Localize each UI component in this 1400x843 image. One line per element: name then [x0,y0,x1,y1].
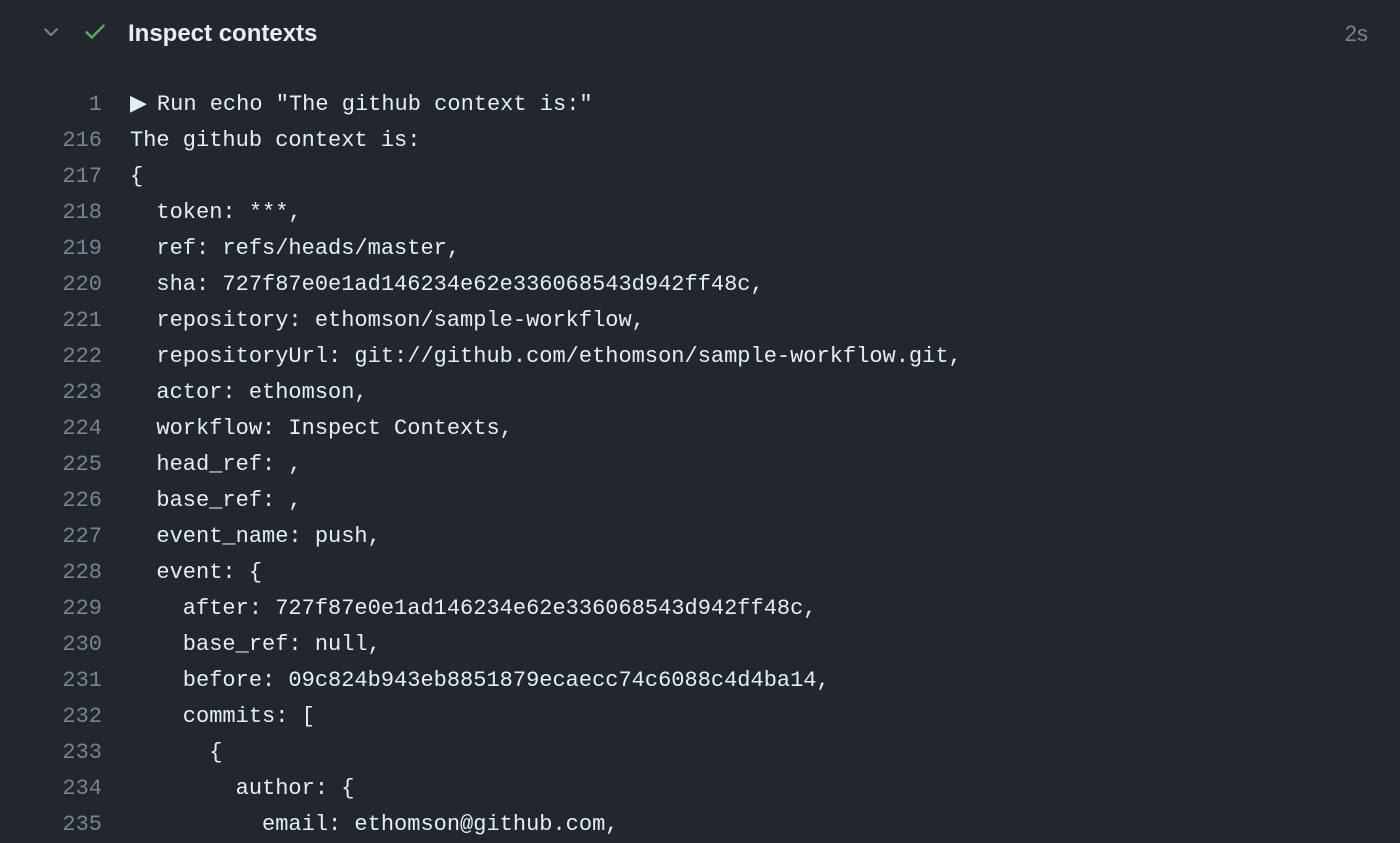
log-line: 216The github context is: [0,123,1400,159]
log-line: 229 after: 727f87e0e1ad146234e62e3360685… [0,591,1400,627]
log-line: 1▶ Run echo "The github context is:" [0,87,1400,123]
line-text: sha: 727f87e0e1ad146234e62e336068543d942… [130,267,764,303]
line-number: 232 [0,699,130,735]
log-line: 223 actor: ethomson, [0,375,1400,411]
log-line: 235 email: ethomson@github.com, [0,807,1400,843]
line-content: repositoryUrl: git://github.com/ethomson… [130,339,962,375]
line-content[interactable]: ▶ Run echo "The github context is:" [130,87,593,123]
line-text: commits: [ [130,699,315,735]
line-content: token: ***, [130,195,302,231]
check-icon [82,18,108,49]
line-number: 235 [0,807,130,843]
line-text: base_ref: , [130,483,302,519]
line-content: before: 09c824b943eb8851879ecaecc74c6088… [130,663,830,699]
line-text: repository: ethomson/sample-workflow, [130,303,645,339]
log-line: 226 base_ref: , [0,483,1400,519]
line-text: event_name: push, [130,519,381,555]
log-line: 221 repository: ethomson/sample-workflow… [0,303,1400,339]
log-line: 233 { [0,735,1400,771]
line-number: 220 [0,267,130,303]
line-content: after: 727f87e0e1ad146234e62e336068543d9… [130,591,817,627]
log-line: 224 workflow: Inspect Contexts, [0,411,1400,447]
log-line: 231 before: 09c824b943eb8851879ecaecc74c… [0,663,1400,699]
step-title: Inspect contexts [128,20,1325,48]
line-number: 228 [0,555,130,591]
line-text: Run echo "The github context is:" [157,87,593,123]
line-number: 224 [0,411,130,447]
line-content: head_ref: , [130,447,302,483]
line-number: 225 [0,447,130,483]
line-text: head_ref: , [130,447,302,483]
log-line: 218 token: ***, [0,195,1400,231]
line-text: before: 09c824b943eb8851879ecaecc74c6088… [130,663,830,699]
line-number: 221 [0,303,130,339]
log-line: 232 commits: [ [0,699,1400,735]
log-line: 222 repositoryUrl: git://github.com/etho… [0,339,1400,375]
line-text: email: ethomson@github.com, [130,807,618,843]
line-content: workflow: Inspect Contexts, [130,411,513,447]
line-text: actor: ethomson, [130,375,368,411]
line-content: ref: refs/heads/master, [130,231,460,267]
line-number: 219 [0,231,130,267]
line-text: after: 727f87e0e1ad146234e62e336068543d9… [130,591,817,627]
line-content: event: { [130,555,262,591]
line-text: workflow: Inspect Contexts, [130,411,513,447]
line-content: commits: [ [130,699,315,735]
line-text: repositoryUrl: git://github.com/ethomson… [130,339,962,375]
line-number: 222 [0,339,130,375]
line-number: 230 [0,627,130,663]
line-number: 234 [0,771,130,807]
line-text: token: ***, [130,195,302,231]
step-duration: 2s [1345,21,1368,47]
line-number: 231 [0,663,130,699]
line-text: event: { [130,555,262,591]
line-content: base_ref: , [130,483,302,519]
line-content: { [130,159,143,195]
line-text: base_ref: null, [130,627,381,663]
chevron-down-icon[interactable] [40,20,62,47]
log-line: 227 event_name: push, [0,519,1400,555]
line-content: email: ethomson@github.com, [130,807,618,843]
line-text: { [130,735,222,771]
line-number: 227 [0,519,130,555]
line-number: 217 [0,159,130,195]
line-content: repository: ethomson/sample-workflow, [130,303,645,339]
line-content: base_ref: null, [130,627,381,663]
line-number: 229 [0,591,130,627]
line-number: 223 [0,375,130,411]
line-content: The github context is: [130,123,420,159]
line-content: event_name: push, [130,519,381,555]
line-number: 226 [0,483,130,519]
line-number: 216 [0,123,130,159]
log-output: 1▶Run echo "The github context is:"216Th… [0,67,1400,843]
line-number: 233 [0,735,130,771]
line-number: 1 [0,87,130,123]
log-line: 217{ [0,159,1400,195]
log-line: 228 event: { [0,555,1400,591]
expand-marker-icon[interactable]: ▶ [130,87,147,123]
step-header[interactable]: Inspect contexts 2s [0,0,1400,67]
log-line: 219 ref: refs/heads/master, [0,231,1400,267]
line-content: sha: 727f87e0e1ad146234e62e336068543d942… [130,267,764,303]
line-text: { [130,159,143,195]
line-number: 218 [0,195,130,231]
line-content: { [130,735,222,771]
line-content: author: { [130,771,354,807]
log-line: 234 author: { [0,771,1400,807]
line-content: actor: ethomson, [130,375,368,411]
line-text: author: { [130,771,354,807]
log-line: 220 sha: 727f87e0e1ad146234e62e336068543… [0,267,1400,303]
line-text: ref: refs/heads/master, [130,231,460,267]
log-line: 225 head_ref: , [0,447,1400,483]
log-line: 230 base_ref: null, [0,627,1400,663]
line-text: The github context is: [130,123,420,159]
